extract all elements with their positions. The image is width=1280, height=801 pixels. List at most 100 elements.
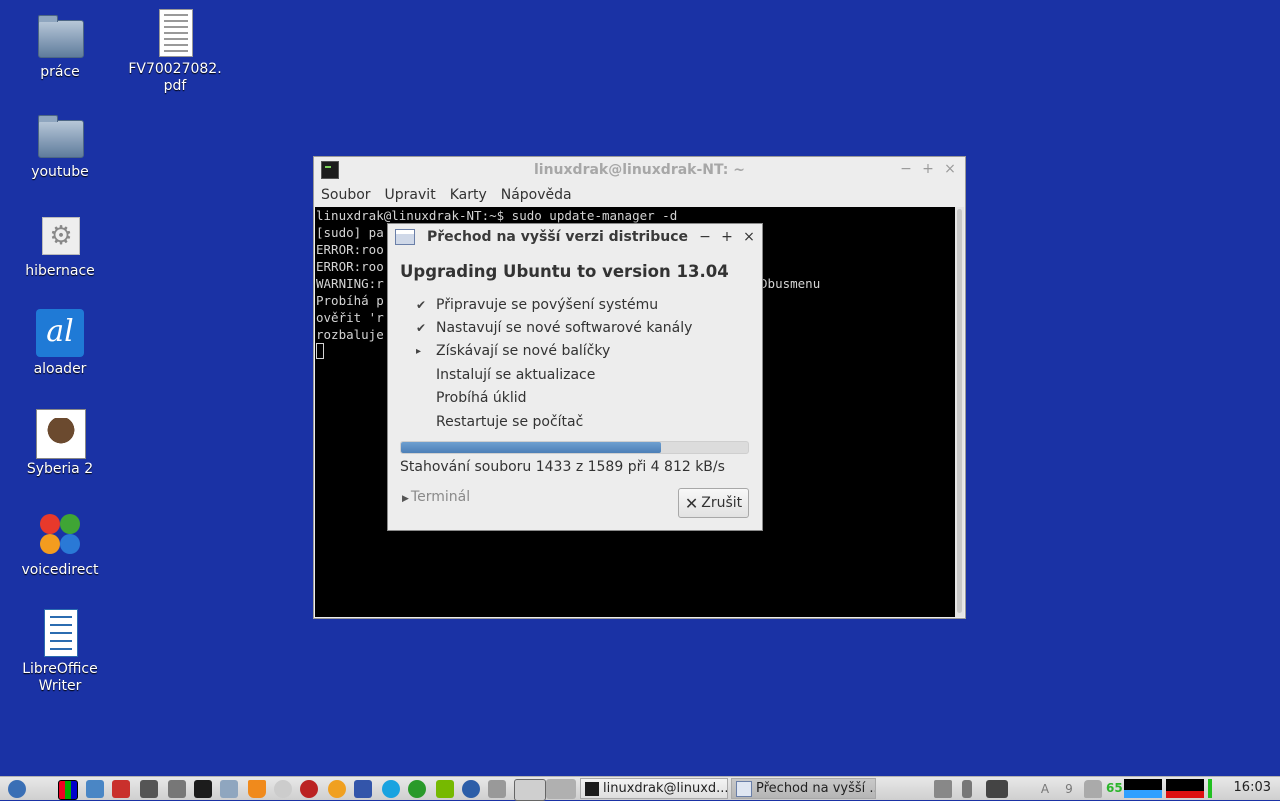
update-icon[interactable] xyxy=(462,780,480,798)
install-icon[interactable] xyxy=(354,780,372,798)
step-item: Restartuje se počítač xyxy=(416,410,692,433)
desktop-icon-voicedirect[interactable]: voicedirect xyxy=(5,510,115,579)
cancel-button[interactable]: ✕ Zrušit xyxy=(678,488,749,518)
taskbar: linuxdrak@linuxd... Přechod na vyšší ...… xyxy=(0,776,1280,801)
arrow-right-icon: ▸ xyxy=(416,345,422,357)
pdf-document-icon xyxy=(159,9,193,57)
skype-icon[interactable] xyxy=(382,780,400,798)
check-icon: ✔ xyxy=(416,297,427,312)
gear-icon: ⚙ xyxy=(42,217,80,255)
network-icon[interactable] xyxy=(408,780,426,798)
dialog-titlebar[interactable]: Přechod na vyšší verzi distribuce − + × xyxy=(388,224,762,250)
desktop-icon-label: FV70027082.pdf xyxy=(128,61,222,94)
task-label: Přechod na vyšší ... xyxy=(756,781,876,796)
status-bar-indicator xyxy=(1208,779,1212,798)
keyboard-layout-9[interactable]: 9 xyxy=(1060,780,1078,798)
terminal-titlebar[interactable]: linuxdrak@linuxdrak-NT: ~ − + × xyxy=(314,157,965,183)
lock-icon[interactable] xyxy=(1084,780,1102,798)
close-button[interactable]: × xyxy=(742,229,756,245)
terminal-expander[interactable]: ▶ Terminál xyxy=(402,489,470,505)
expander-label: Terminál xyxy=(410,489,471,505)
writer-document-icon xyxy=(44,609,78,657)
step-label: Instalují se aktualizace xyxy=(436,366,596,383)
desktop-icon-label: LibreOffice Writer xyxy=(22,661,98,694)
memory-graph[interactable] xyxy=(1166,779,1204,798)
step-label: Nastavují se nové softwarové kanály xyxy=(436,320,693,337)
desktop-icon-label: práce xyxy=(40,64,80,80)
windows-icon[interactable] xyxy=(488,780,506,798)
workspace-2[interactable] xyxy=(546,779,576,799)
nvidia-icon[interactable] xyxy=(436,780,454,798)
browser-icon[interactable] xyxy=(86,780,104,798)
desktop-icon-label: voicedirect xyxy=(21,562,99,578)
window-icon xyxy=(736,780,752,797)
desktop-icon-aloader[interactable]: al aloader xyxy=(5,309,115,378)
game-icon[interactable] xyxy=(300,780,318,798)
close-button[interactable]: × xyxy=(943,161,957,177)
step-item: Instalují se aktualizace xyxy=(416,363,692,386)
terminal-line: linuxdrak@linuxdrak-NT:~$ sudo update-ma… xyxy=(316,208,678,223)
cpu-graph[interactable] xyxy=(1124,779,1162,798)
app-launcher-icon[interactable] xyxy=(112,780,130,798)
step-label: Získávají se nové balíčky xyxy=(436,343,611,360)
mammoth-icon xyxy=(36,409,86,459)
upgrade-steps: ✔ Připravuje se povýšení systému ✔ Nastavu… xyxy=(416,293,692,433)
step-label: Restartuje se počítač xyxy=(436,413,584,430)
media-icon[interactable] xyxy=(328,780,346,798)
upgrade-dialog[interactable]: Přechod na vyšší verzi distribuce − + × … xyxy=(387,223,763,531)
progress-bar xyxy=(400,441,749,454)
menu-upravit[interactable]: Upravit xyxy=(385,187,436,203)
folder-icon xyxy=(38,115,84,158)
desktop-icon-prace[interactable]: práce xyxy=(5,12,115,81)
check-icon: ✔ xyxy=(416,321,427,336)
taskbar-task-terminal[interactable]: linuxdrak@linuxd... xyxy=(580,778,728,799)
cancel-label: Zrušit xyxy=(701,495,743,511)
desktop-icon-syberia[interactable]: Syberia 2 xyxy=(5,409,115,478)
desktop-icon-label: Syberia 2 xyxy=(26,461,94,477)
desktop-icon-libreoffice-writer[interactable]: LibreOffice Writer xyxy=(5,609,115,695)
terminal-scrollbar[interactable] xyxy=(955,207,964,617)
step-label: Probíhá úklid xyxy=(436,390,527,407)
battery-icon[interactable] xyxy=(962,780,972,798)
file-manager-icon[interactable] xyxy=(220,780,238,798)
maximize-button[interactable]: + xyxy=(921,161,935,177)
clover-icon xyxy=(40,514,80,554)
expander-arrow-icon: ▶ xyxy=(402,494,409,504)
window-icon xyxy=(395,229,415,245)
maximize-button[interactable]: + xyxy=(720,229,734,245)
download-status: Stahování souboru 1433 z 1589 při 4 812 … xyxy=(400,459,725,475)
step-label: Připravuje se povýšení systému xyxy=(436,296,659,313)
desktop-icon-label: youtube xyxy=(31,164,89,180)
tools-icon[interactable] xyxy=(140,780,158,798)
desktop-icon-label: aloader xyxy=(33,361,87,377)
terminal-menubar: Soubor Upravit Karty Nápověda xyxy=(314,183,965,207)
vlc-icon[interactable] xyxy=(248,780,266,798)
volume-icon[interactable] xyxy=(934,780,952,798)
menu-napoveda[interactable]: Nápověda xyxy=(501,187,572,203)
folder-icon xyxy=(38,15,84,58)
desktop-icon-pdf[interactable]: FV70027082.pdf xyxy=(120,9,230,95)
menu-soubor[interactable]: Soubor xyxy=(321,187,371,203)
workspace-1[interactable] xyxy=(514,779,546,801)
start-menu-icon[interactable] xyxy=(8,780,26,798)
minimize-button[interactable]: − xyxy=(899,161,913,177)
terminal-launcher-icon[interactable] xyxy=(194,780,212,798)
terminal-cursor xyxy=(316,343,324,359)
task-label: linuxdrak@linuxd... xyxy=(603,781,728,796)
keyboard-layout-a[interactable]: A xyxy=(1036,780,1054,798)
taskbar-task-upgrade[interactable]: Přechod na vyšší ... xyxy=(731,778,876,799)
menu-karty[interactable]: Karty xyxy=(450,187,487,203)
minimize-button[interactable]: − xyxy=(698,229,712,245)
show-desktop-icon[interactable] xyxy=(58,780,78,800)
step-item: Probíhá úklid xyxy=(416,387,692,410)
network-tray-icon[interactable] xyxy=(986,780,1008,798)
aloader-icon: al xyxy=(36,309,84,357)
step-item: ✔ Připravuje se povýšení systému xyxy=(416,293,692,316)
search-icon[interactable] xyxy=(274,780,292,798)
desktop-icon-hibernace[interactable]: ⚙ hibernace xyxy=(5,211,115,280)
close-icon: ✕ xyxy=(684,493,699,513)
desktop-icon-youtube[interactable]: youtube xyxy=(5,112,115,181)
dialog-heading: Upgrading Ubuntu to version 13.04 xyxy=(400,262,729,281)
clock[interactable]: 16:03 xyxy=(1234,780,1271,795)
editor-icon[interactable] xyxy=(168,780,186,798)
